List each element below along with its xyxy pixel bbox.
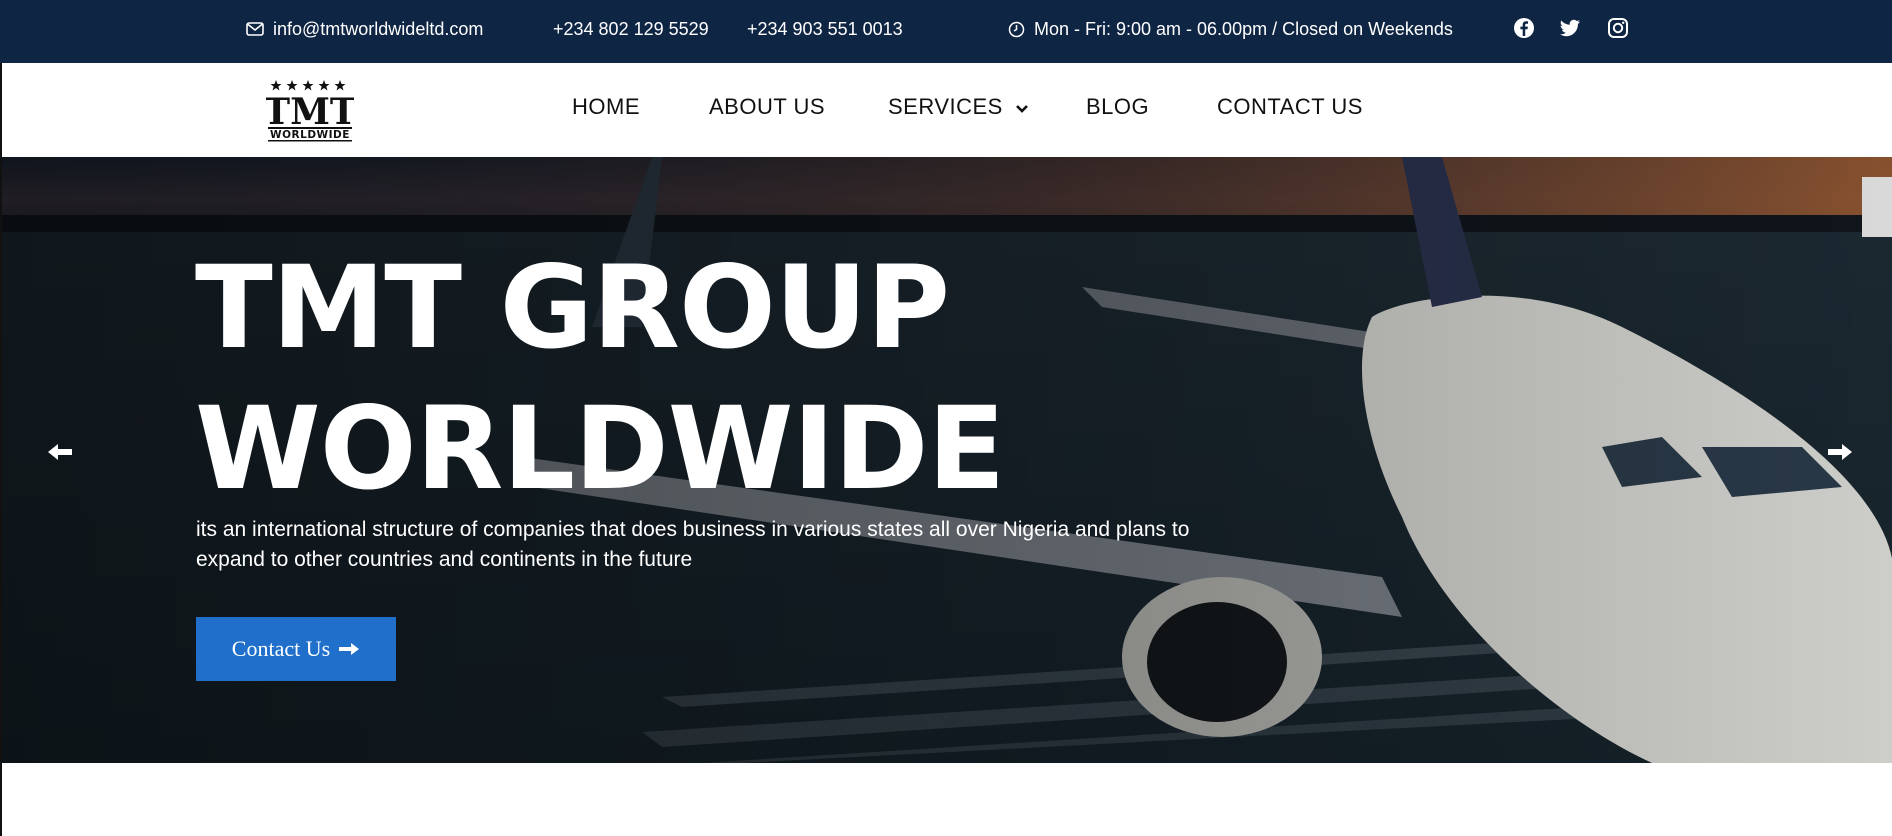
nav-home[interactable]: HOME [572, 94, 640, 120]
hero-slider: TMT GROUP WORLDWIDE its an international… [0, 157, 1892, 763]
contact-us-button[interactable]: Contact Us [196, 617, 396, 681]
hero-title-line-1: TMT GROUP [195, 241, 950, 374]
chevron-down-icon [1015, 94, 1029, 120]
phone-1-text: +234 802 129 5529 [553, 18, 709, 39]
twitter-icon[interactable] [1559, 17, 1581, 39]
svg-text:WORLDWIDE: WORLDWIDE [270, 129, 350, 141]
topbar-email[interactable]: info@tmtworldwideltd.com [246, 0, 483, 58]
hero-subtitle: its an international structure of compan… [196, 518, 1190, 571]
nav-about-us[interactable]: ABOUT US [709, 94, 825, 120]
hero-title-line-2: WORLDWIDE [195, 382, 1005, 515]
nav-services[interactable]: SERVICES [888, 94, 1029, 120]
topbar-phone-2[interactable]: +234 903 551 0013 [747, 0, 903, 58]
site-logo[interactable]: TMT WORLDWIDE [266, 78, 354, 142]
arrow-right-icon [338, 636, 360, 662]
page-section-below-hero [0, 763, 1892, 836]
topbar-hours: Mon - Fri: 9:00 am - 06.00pm / Closed on… [1008, 0, 1453, 58]
hero-title: TMT GROUP WORLDWIDE [195, 237, 1005, 519]
contact-us-button-label: Contact Us [231, 636, 331, 661]
clock-icon [1008, 21, 1025, 38]
nav-home-label: HOME [572, 94, 640, 119]
nav-services-label: SERVICES [888, 94, 1003, 119]
svg-text:TMT: TMT [266, 91, 354, 133]
nav-about-label: ABOUT US [709, 94, 826, 119]
hours-text: Mon - Fri: 9:00 am - 06.00pm / Closed on… [1034, 18, 1453, 39]
email-text: info@tmtworldwideltd.com [273, 18, 484, 39]
slider-next-arrow[interactable] [1822, 440, 1856, 464]
facebook-icon[interactable] [1513, 17, 1535, 39]
site-header: TMT WORLDWIDE HOME ABOUT US SERVICES BLO… [0, 63, 1892, 157]
envelope-icon [246, 22, 264, 36]
phone-2-text: +234 903 551 0013 [747, 18, 903, 39]
topbar-phone-1[interactable]: +234 802 129 5529 [553, 0, 709, 58]
nav-blog-label: BLOG [1086, 94, 1150, 119]
slider-prev-arrow[interactable] [44, 440, 78, 464]
top-bar: info@tmtworldwideltd.com +234 802 129 55… [0, 0, 1892, 63]
nav-blog[interactable]: BLOG [1086, 94, 1149, 120]
nav-contact-us[interactable]: CONTACT US [1217, 94, 1363, 120]
nav-contact-label: CONTACT US [1217, 94, 1363, 119]
instagram-icon[interactable] [1607, 17, 1629, 39]
